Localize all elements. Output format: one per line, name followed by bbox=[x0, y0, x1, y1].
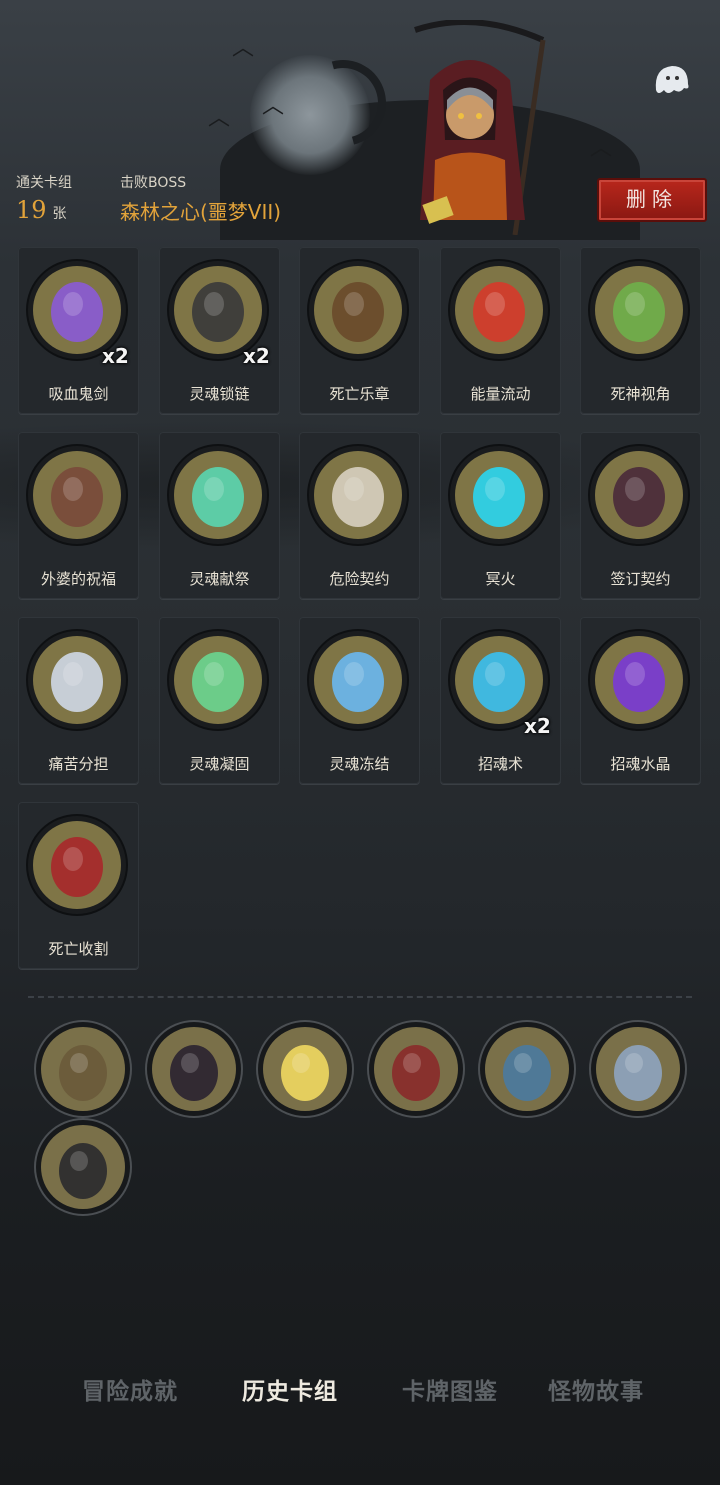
card-name: 冥火 bbox=[485, 570, 516, 588]
masked-witch-icon bbox=[41, 1125, 125, 1209]
card-art-frame bbox=[309, 446, 407, 544]
card-art-frame bbox=[28, 631, 126, 729]
boss-name: 森林之心(噩梦VII) bbox=[120, 200, 282, 224]
nether-fire-icon bbox=[455, 451, 543, 539]
card-name: 灵魂献祭 bbox=[189, 570, 250, 588]
bat-icon: ︿ bbox=[232, 36, 255, 61]
summon-crystal-icon bbox=[595, 636, 683, 724]
soul-solidify-icon bbox=[174, 636, 262, 724]
deck-card[interactable]: 死亡乐章 bbox=[299, 247, 420, 414]
soul-chain-icon bbox=[174, 266, 262, 354]
card-name: 危险契约 bbox=[329, 570, 390, 588]
summon-soul-icon bbox=[455, 636, 543, 724]
card-art-frame bbox=[169, 631, 267, 729]
vampire-sword-icon bbox=[33, 266, 121, 354]
card-name: 死亡收割 bbox=[48, 940, 109, 958]
relic-item[interactable] bbox=[480, 1022, 574, 1116]
card-count-value: 19 bbox=[16, 196, 47, 224]
wizard-icon bbox=[485, 1027, 569, 1111]
deck-card[interactable]: x2 招魂术 bbox=[440, 617, 561, 784]
card-art-frame bbox=[28, 816, 126, 914]
bat-icon: ︿ bbox=[262, 94, 285, 119]
energy-flow-icon bbox=[455, 266, 543, 354]
card-art-frame bbox=[590, 261, 688, 359]
card-art-frame bbox=[28, 446, 126, 544]
tab-monster-stories[interactable]: 怪物故事 bbox=[548, 1372, 644, 1406]
card-name: 招魂水晶 bbox=[610, 755, 671, 773]
relic-item[interactable] bbox=[258, 1022, 352, 1116]
card-name: 吸血鬼剑 bbox=[48, 385, 109, 403]
deck-card[interactable]: 死亡收割 bbox=[18, 802, 139, 969]
deck-card[interactable]: 死神视角 bbox=[580, 247, 701, 414]
death-chest-icon bbox=[314, 266, 402, 354]
relic-item[interactable] bbox=[591, 1022, 685, 1116]
relic-item[interactable] bbox=[36, 1120, 130, 1214]
vampire-lord-icon bbox=[374, 1027, 458, 1111]
glowing-book-icon bbox=[263, 1027, 347, 1111]
card-count-badge: x2 bbox=[102, 344, 129, 368]
crow-nest-icon bbox=[152, 1027, 236, 1111]
deck-card[interactable]: 外婆的祝福 bbox=[18, 432, 139, 599]
card-art-frame bbox=[590, 446, 688, 544]
card-art-frame bbox=[590, 631, 688, 729]
card-art-frame bbox=[450, 446, 548, 544]
card-art-frame bbox=[450, 261, 548, 359]
tab-adventure-achievements[interactable]: 冒险成就 bbox=[82, 1372, 178, 1406]
card-art-frame bbox=[169, 446, 267, 544]
bottom-tab-bar: 冒险成就 历史卡组 卡牌图鉴 怪物故事 bbox=[0, 1360, 720, 1416]
cleared-deck-label: 通关卡组 bbox=[16, 175, 72, 191]
card-count-badge: x2 bbox=[243, 344, 270, 368]
boss-label: 击败BOSS bbox=[120, 175, 187, 191]
deck-card[interactable]: x2 灵魂锁链 bbox=[159, 247, 280, 414]
deck-card[interactable]: 签订契约 bbox=[580, 432, 701, 599]
reaper-vision-icon bbox=[595, 266, 683, 354]
reaper-character-portrait bbox=[414, 20, 546, 235]
card-name: 能量流动 bbox=[470, 385, 531, 403]
card-name: 死亡乐章 bbox=[329, 385, 390, 403]
deck-card[interactable]: 灵魂献祭 bbox=[159, 432, 280, 599]
dagger-icon bbox=[596, 1027, 680, 1111]
card-art-frame bbox=[309, 261, 407, 359]
card-name: 灵魂锁链 bbox=[189, 385, 250, 403]
old-monk-icon bbox=[41, 1027, 125, 1111]
card-count-unit: 张 bbox=[52, 206, 67, 222]
deck-card[interactable]: x2 吸血鬼剑 bbox=[18, 247, 139, 414]
card-name: 签订契约 bbox=[610, 570, 671, 588]
card-name: 痛苦分担 bbox=[48, 755, 109, 773]
card-name: 灵魂凝固 bbox=[189, 755, 250, 773]
deck-card[interactable]: 危险契约 bbox=[299, 432, 420, 599]
card-name: 死神视角 bbox=[610, 385, 671, 403]
grandma-blessing-icon bbox=[33, 451, 121, 539]
deck-card[interactable]: 痛苦分担 bbox=[18, 617, 139, 784]
relic-item[interactable] bbox=[36, 1022, 130, 1116]
card-name: 招魂术 bbox=[477, 755, 523, 773]
soul-sacrifice-icon bbox=[174, 451, 262, 539]
soul-freeze-icon bbox=[314, 636, 402, 724]
danger-contract-icon bbox=[314, 451, 402, 539]
divider bbox=[28, 996, 692, 998]
sign-contract-icon bbox=[595, 451, 683, 539]
tab-history-deck[interactable]: 历史卡组 bbox=[242, 1372, 338, 1406]
death-harvest-icon bbox=[33, 821, 121, 909]
bat-icon: ︿ bbox=[208, 106, 231, 131]
deck-card[interactable]: 招魂水晶 bbox=[580, 617, 701, 784]
delete-button[interactable]: 删除 bbox=[597, 178, 707, 222]
pain-share-icon bbox=[33, 636, 121, 724]
deck-card[interactable]: 灵魂冻结 bbox=[299, 617, 420, 784]
deck-card[interactable]: 能量流动 bbox=[440, 247, 561, 414]
card-art-frame bbox=[309, 631, 407, 729]
tab-card-collection[interactable]: 卡牌图鉴 bbox=[402, 1372, 498, 1406]
deck-card[interactable]: 冥火 bbox=[440, 432, 561, 599]
relic-item[interactable] bbox=[147, 1022, 241, 1116]
deck-card[interactable]: 灵魂凝固 bbox=[159, 617, 280, 784]
card-name: 外婆的祝福 bbox=[40, 570, 116, 588]
ghost-icon[interactable] bbox=[650, 60, 694, 100]
card-count: 19 张 bbox=[16, 196, 67, 224]
relic-item[interactable] bbox=[369, 1022, 463, 1116]
bat-icon: ︿ bbox=[590, 136, 613, 161]
card-count-badge: x2 bbox=[524, 714, 551, 738]
card-name: 灵魂冻结 bbox=[329, 755, 390, 773]
